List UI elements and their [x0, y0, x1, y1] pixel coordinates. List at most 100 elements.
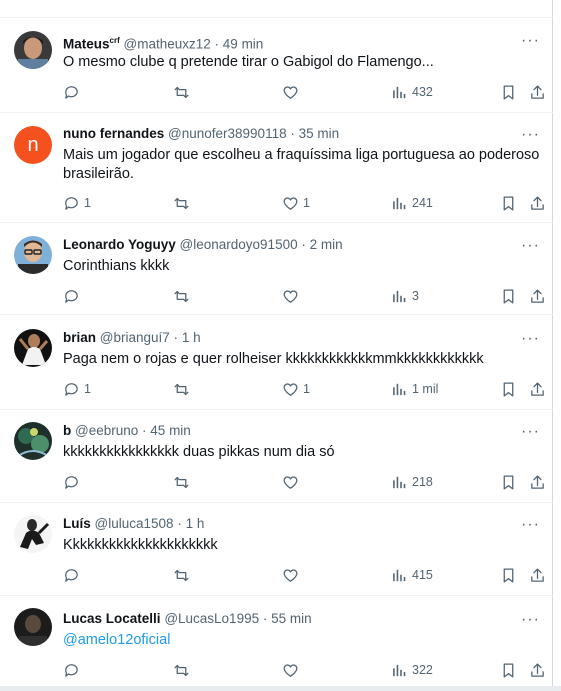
action-bar: 1 1 1 mil: [63, 379, 548, 399]
reply-tweet[interactable]: Lucas Locatelli @LucasLo1995 · 55 min ··…: [0, 596, 553, 686]
like-button[interactable]: [282, 82, 303, 102]
bookmark-icon: [503, 474, 514, 490]
handle[interactable]: @leonardoyo91500: [180, 237, 298, 252]
retweet-button[interactable]: [173, 472, 194, 492]
timestamp[interactable]: 1 h: [186, 516, 205, 531]
reply-button[interactable]: [63, 82, 84, 102]
timestamp[interactable]: 2 min: [310, 237, 343, 252]
share-button[interactable]: [529, 193, 546, 213]
heart-icon: [283, 289, 298, 303]
like-button[interactable]: [282, 565, 303, 585]
handle[interactable]: @luluca1508: [95, 516, 174, 531]
avatar[interactable]: [14, 422, 52, 460]
mention-link[interactable]: @amelo12oficial: [63, 632, 170, 648]
handle[interactable]: @LucasLo1995: [164, 611, 259, 626]
reply-text: Paga nem o rojas e quer rolheiser kkkkkk…: [63, 351, 484, 367]
timestamp[interactable]: 55 min: [271, 611, 312, 626]
reply-tweet[interactable]: brian @brianguí7 · 1 h ··· Paga nem o ro…: [0, 315, 553, 410]
reply-button[interactable]: 1: [63, 379, 91, 399]
retweet-button[interactable]: [173, 379, 194, 399]
retweet-button[interactable]: [173, 660, 194, 680]
bookmark-button[interactable]: [500, 565, 517, 585]
reply-tweet[interactable]: n nuno fernandes @nunofer38990118 · 35 m…: [0, 113, 553, 223]
more-icon[interactable]: ···: [521, 238, 540, 254]
name-badge: crf: [109, 36, 120, 45]
display-name[interactable]: Lucas Locatelli: [63, 611, 161, 626]
retweet-icon: [174, 197, 189, 209]
reply-button[interactable]: [63, 286, 84, 306]
display-name[interactable]: nuno fernandes: [63, 126, 164, 141]
bookmark-button[interactable]: [500, 472, 517, 492]
like-button[interactable]: 1: [282, 379, 310, 399]
display-name[interactable]: Leonardo Yoguyy: [63, 237, 176, 252]
reply-header: Leonardo Yoguyy @leonardoyo91500 · 2 min: [63, 236, 343, 254]
handle[interactable]: @matheuxz12: [124, 37, 211, 52]
more-icon[interactable]: ···: [521, 424, 540, 440]
views-button[interactable]: 322: [391, 660, 433, 680]
avatar[interactable]: [14, 329, 52, 367]
reply-tweet[interactable]: Luís @luluca1508 · 1 h ··· Kkkkkkkkkkkkk…: [0, 503, 553, 596]
display-name[interactable]: brian: [63, 330, 96, 345]
views-button[interactable]: 218: [391, 472, 433, 492]
reply-button[interactable]: [63, 565, 84, 585]
views-button[interactable]: 432: [391, 82, 433, 102]
retweet-button[interactable]: [173, 193, 194, 213]
share-button[interactable]: [529, 82, 546, 102]
avatar[interactable]: n: [14, 126, 52, 164]
timestamp[interactable]: 45 min: [150, 423, 191, 438]
like-button[interactable]: 1: [282, 193, 310, 213]
reply-header: b @eebruno · 45 min: [63, 422, 191, 440]
like-button[interactable]: [282, 286, 303, 306]
share-button[interactable]: [529, 565, 546, 585]
handle[interactable]: @eebruno: [75, 423, 138, 438]
more-icon[interactable]: ···: [521, 612, 540, 628]
timestamp[interactable]: 35 min: [299, 126, 340, 141]
bookmark-icon: [503, 84, 514, 100]
avatar[interactable]: [14, 31, 52, 69]
like-button[interactable]: [282, 660, 303, 680]
reply-tweet[interactable]: Leonardo Yoguyy @leonardoyo91500 · 2 min…: [0, 223, 553, 315]
avatar[interactable]: [14, 608, 52, 646]
reply-icon: [65, 382, 78, 396]
more-icon[interactable]: ···: [521, 331, 540, 347]
reply-button[interactable]: [63, 660, 84, 680]
share-button[interactable]: [529, 286, 546, 306]
display-name[interactable]: b: [63, 423, 71, 438]
bookmark-button[interactable]: [500, 193, 517, 213]
handle[interactable]: @nunofer38990118: [168, 126, 287, 141]
more-icon[interactable]: ···: [521, 33, 540, 49]
avatar[interactable]: [14, 515, 52, 553]
reply-tweet[interactable]: b @eebruno · 45 min ··· kkkkkkkkkkkkkkkk…: [0, 410, 553, 503]
bookmark-button[interactable]: [500, 379, 517, 399]
share-button[interactable]: [529, 660, 546, 680]
more-icon[interactable]: ···: [521, 517, 540, 533]
share-button[interactable]: [529, 379, 546, 399]
bookmark-button[interactable]: [500, 82, 517, 102]
bookmark-icon: [503, 288, 514, 304]
timestamp[interactable]: 1 h: [182, 330, 201, 345]
reply-tweet[interactable]: Mateuscrf @matheuxz12 · 49 min ··· O mes…: [0, 25, 553, 113]
like-button[interactable]: [282, 472, 303, 492]
views-icon: [393, 569, 406, 581]
handle[interactable]: @brianguí7: [100, 330, 170, 345]
bookmark-button[interactable]: [500, 286, 517, 306]
bookmark-button[interactable]: [500, 660, 517, 680]
reply-button[interactable]: 1: [63, 193, 91, 213]
views-button[interactable]: 241: [391, 193, 433, 213]
more-icon[interactable]: ···: [521, 127, 540, 143]
heart-icon: [283, 663, 298, 677]
views-button[interactable]: 415: [391, 565, 433, 585]
views-button[interactable]: 3: [391, 286, 419, 306]
display-name[interactable]: Mateus: [63, 37, 110, 52]
display-name[interactable]: Luís: [63, 516, 91, 531]
timestamp[interactable]: 49 min: [223, 37, 264, 52]
share-button[interactable]: [529, 472, 546, 492]
reply-button[interactable]: [63, 472, 84, 492]
avatar[interactable]: [14, 236, 52, 274]
views-icon: [393, 383, 406, 395]
retweet-button[interactable]: [173, 286, 194, 306]
retweet-button[interactable]: [173, 82, 194, 102]
views-button[interactable]: 1 mil: [391, 379, 438, 399]
avatar-photo: [14, 608, 52, 646]
retweet-button[interactable]: [173, 565, 194, 585]
